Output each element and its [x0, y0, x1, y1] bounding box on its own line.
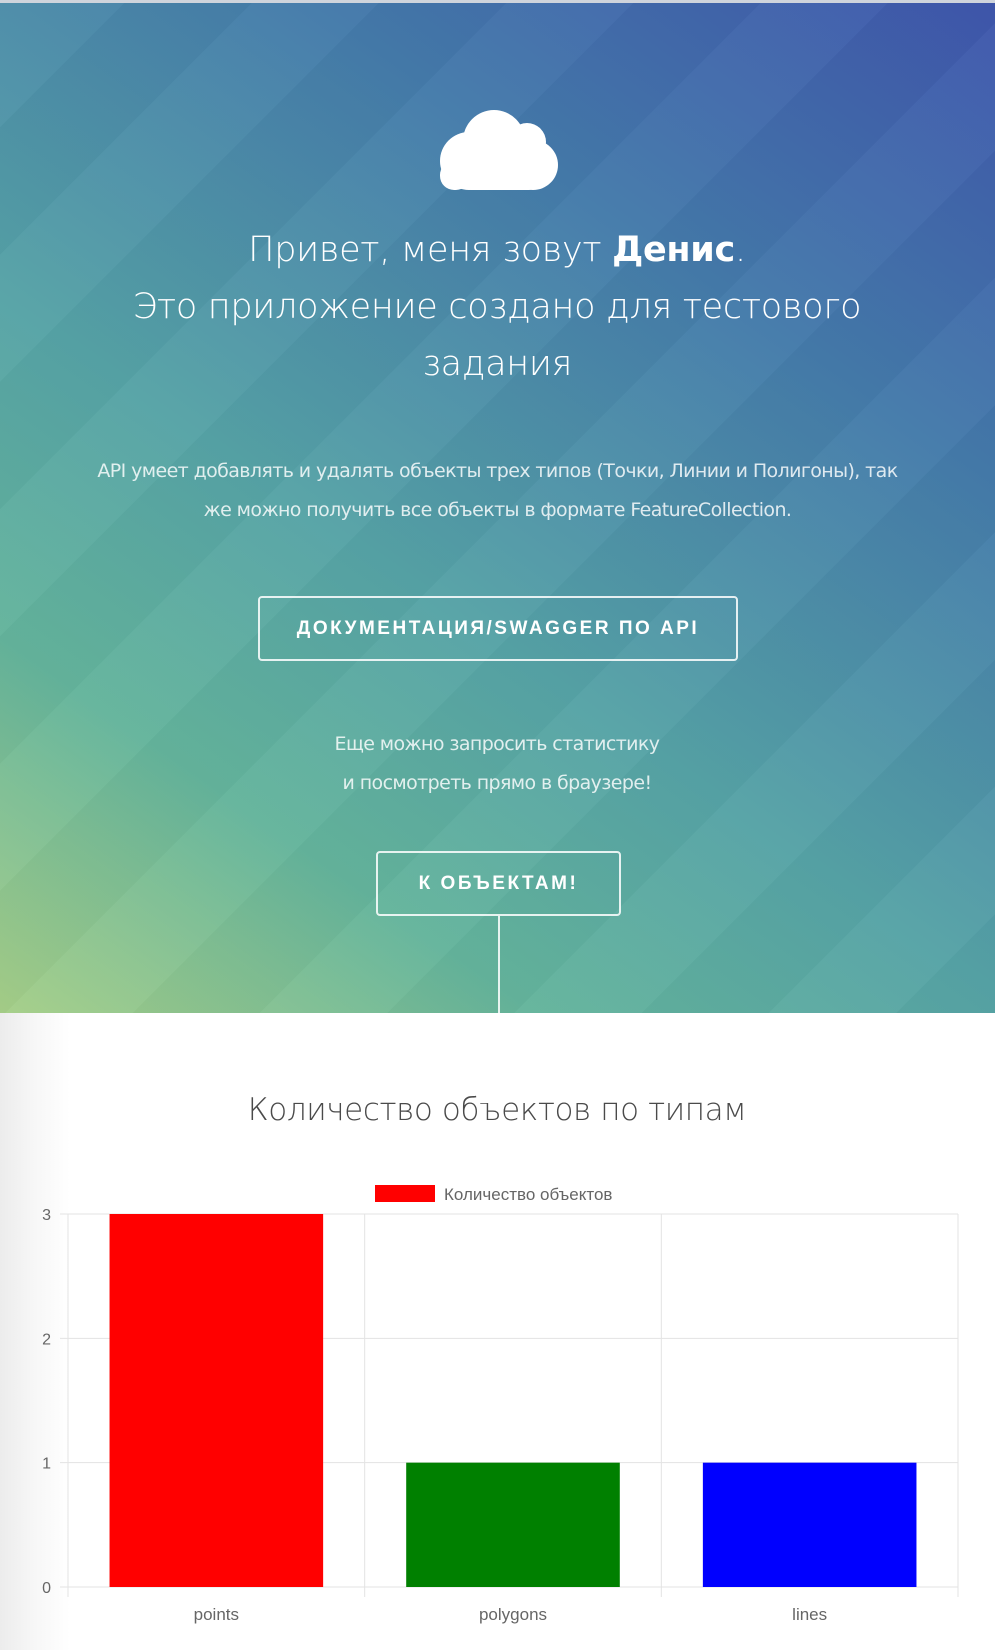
greeting-suffix: .	[734, 230, 746, 270]
bar-chart: 0 1 2 3 points polygons lines Количество объект…	[42, 1185, 959, 1624]
author-name: Денис	[612, 230, 735, 270]
to-objects-button[interactable]: К ОБЪЕКТАМ!	[376, 851, 621, 916]
stats-hint-line-1: Еще можно запросить статистику	[334, 733, 661, 755]
headline-line-2: Это приложение создано для тестового	[132, 287, 862, 327]
x-tick-label: polygons	[479, 1605, 547, 1624]
hero-headline: Привет, меня зовут Денис. Это приложение…	[97, 222, 897, 393]
hero-section: Привет, меня зовут Денис. Это приложение…	[0, 0, 995, 1013]
greeting-line: Привет, меня зовут Денис.	[97, 222, 897, 279]
stats-hint-line-2: и посмотреть прямо в браузере!	[342, 772, 653, 794]
y-tick-label: 3	[42, 1207, 51, 1224]
x-tick-label: lines	[792, 1605, 827, 1624]
page: Привет, меня зовут Денис. Это приложение…	[0, 0, 995, 1650]
legend-swatch	[375, 1185, 435, 1202]
y-tick-label: 1	[42, 1456, 51, 1473]
connector-line	[498, 916, 500, 1013]
stats-hint: Еще можно запросить статистику и посмотр…	[197, 725, 797, 803]
headline-line-3: задания	[421, 344, 573, 384]
docs-swagger-button[interactable]: ДОКУМЕНТАЦИЯ/SWAGGER ПО API	[258, 596, 738, 661]
hero-description: API умеет добавлять и удалять объекты тр…	[60, 452, 935, 530]
bar-polygons	[406, 1462, 620, 1587]
bar-lines	[702, 1462, 917, 1587]
bar-points	[109, 1214, 324, 1587]
cloud-icon	[440, 110, 558, 190]
legend-label: Количество объектов	[444, 1185, 612, 1204]
y-tick-label: 2	[42, 1331, 51, 1348]
description-line-2: же можно получить все объекты в формате …	[203, 499, 792, 521]
x-tick-label: points	[194, 1605, 239, 1624]
description-line-1: API умеет добавлять и удалять объекты тр…	[97, 460, 898, 482]
chart-title: Количество объектов по типам	[247, 1092, 747, 1128]
y-tick-label: 0	[42, 1580, 51, 1597]
greeting-prefix: Привет, меня зовут	[248, 230, 613, 270]
